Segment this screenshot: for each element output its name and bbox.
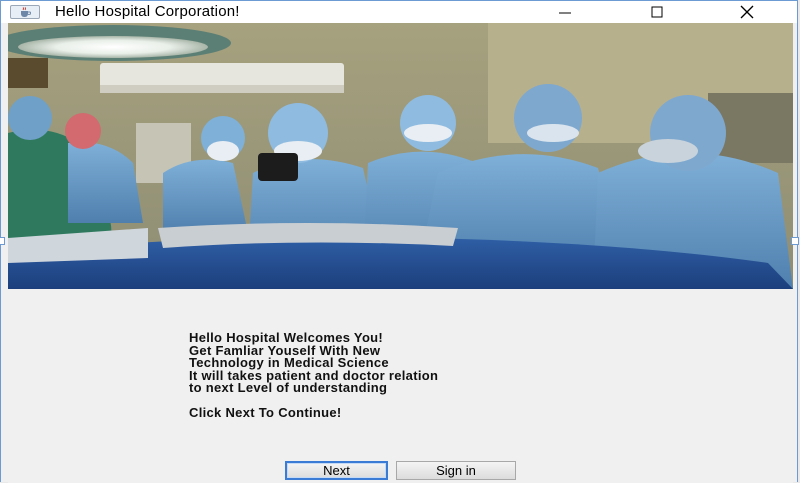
resize-handle-left[interactable] <box>0 237 5 245</box>
close-icon <box>740 5 754 19</box>
maximize-icon <box>651 6 663 18</box>
close-button[interactable] <box>725 1 769 23</box>
java-cup-icon <box>10 5 40 19</box>
minimize-button[interactable] <box>543 1 587 23</box>
maximize-button[interactable] <box>635 1 679 23</box>
hero-image-illustration <box>8 23 793 289</box>
message-line-6: Click Next To Continue! <box>189 404 342 420</box>
sign-in-button[interactable]: Sign in <box>396 461 516 480</box>
content-panel: Hello Hospital Welcomes You! Get Famliar… <box>8 23 793 483</box>
window-title: Hello Hospital Corporation! <box>55 3 240 20</box>
minimize-icon <box>559 12 571 14</box>
next-button[interactable]: Next <box>285 461 388 480</box>
title-bar[interactable]: Hello Hospital Corporation! <box>1 1 797 23</box>
surgeons-photo <box>8 23 793 289</box>
resize-handle-right[interactable] <box>791 237 799 245</box>
app-window: Hello Hospital Corporation! Hello Hospit… <box>0 0 798 483</box>
message-line-5: to next Level of understanding <box>189 380 388 395</box>
welcome-message: Hello Hospital Welcomes You! Get Famliar… <box>189 331 438 420</box>
